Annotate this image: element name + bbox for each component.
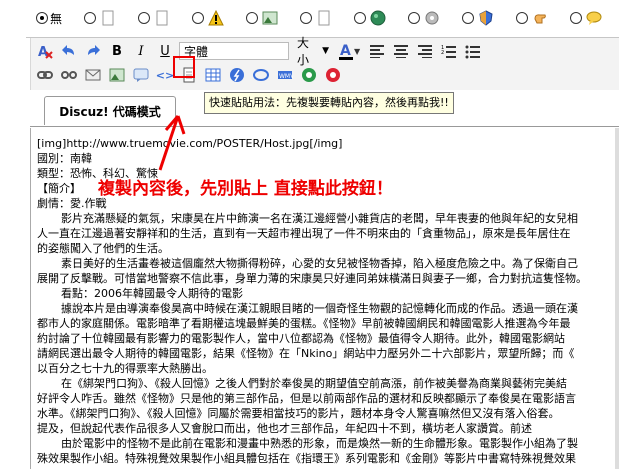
image-icon xyxy=(262,10,278,26)
unlink-icon[interactable] xyxy=(59,65,79,85)
post-icon-radio-3[interactable] xyxy=(192,12,205,24)
redo-icon[interactable] xyxy=(83,41,103,61)
paste-button-highlight xyxy=(173,56,195,78)
rm-icon[interactable] xyxy=(299,65,319,85)
gear-icon xyxy=(424,10,440,26)
media-icon[interactable] xyxy=(251,65,271,85)
align-left-icon[interactable] xyxy=(367,41,387,61)
post-icon-radio-7[interactable] xyxy=(408,12,421,24)
bold-button[interactable]: B xyxy=(107,41,127,61)
annotation-text: 複製內容後，先別貼上 直接點此按鈕！ xyxy=(98,179,393,199)
editor-line: [img]http://www.truemovie.com/POSTER/Hos… xyxy=(37,137,343,150)
editor-line: 看點：2006年韓國最令人期待的電影 xyxy=(61,287,243,300)
post-icon-radio-4[interactable] xyxy=(246,12,259,24)
editor-line: 國別：南韓 xyxy=(37,152,92,165)
font-select[interactable]: 字體 xyxy=(179,42,289,60)
post-icon-radio-6[interactable] xyxy=(354,12,367,24)
ra-icon[interactable] xyxy=(323,65,343,85)
code-icon[interactable]: <> xyxy=(155,65,175,85)
svg-text:2: 2 xyxy=(441,50,444,56)
document-icon xyxy=(100,10,116,26)
editor-line: 殊效果製作小組。特殊視覺效果製作小組具體包括在《指環王》系列電影和《金剛》等影片… xyxy=(37,452,576,465)
editor-line: 以百分之七十九的得票率大熱勝出。 xyxy=(37,362,213,375)
editor-line: 水準。《綁架門口狗》、《殺人回憶》同屬於需要相當技巧的影片，題材本身令人驚喜嘛然… xyxy=(37,407,560,420)
post-icon-none-label: 無 xyxy=(50,11,63,26)
editor-line: 約討論了十位韓國最有影響力的電影製作人，當中八位都認為《怪物》最值得令人期待。此… xyxy=(37,332,565,345)
editor-line: 都市人的家庭關係。電影暗準了看期權這塊最鮮美的蛋糕。《怪物》早前被韓國網民和韓國… xyxy=(37,317,571,330)
post-icon-row: 無 xyxy=(0,0,619,36)
speech-bubble-icon xyxy=(586,10,602,26)
text-color-button[interactable]: A ▼ xyxy=(337,41,363,61)
editor-line: 好評令人咋舌。雖然《怪物》只是他的第三部作品，但是以前兩部作品的選材和反映都顯示… xyxy=(37,392,576,405)
editor-line: 提及，但說起代表作品很多人又會脫口而出，他也才三部作品，年紀四十不到，橫坊老人家… xyxy=(37,422,532,435)
align-center-icon[interactable] xyxy=(391,41,411,61)
shield-icon xyxy=(478,10,494,26)
annotation-arrow xyxy=(158,115,186,171)
tab-divider xyxy=(30,126,619,127)
editor-toolbar: A B I U 字體 大小 ▼ A ▼ 12 <> WMV xyxy=(30,36,619,90)
table-icon[interactable] xyxy=(203,65,223,85)
size-select-label: 大小 xyxy=(297,36,310,67)
editor-line: 在《綁架門口狗》、《殺人回憶》之後人們對於奉俊昊的期望值空前高漲，前作被美譽為商… xyxy=(61,377,567,390)
editor-line: 人一直在江邊過著安靜祥和的生活，直到有一天超市裡出現了一件不明來由的「貪重物品」… xyxy=(37,227,571,240)
paste-tooltip: 快速貼貼用法：先複製要轉貼內容，然後再點我!! xyxy=(204,92,454,114)
post-icon-radio-2[interactable] xyxy=(138,12,151,24)
underline-button[interactable]: U xyxy=(155,41,175,61)
bullet-list-icon[interactable] xyxy=(463,41,483,61)
globe-icon xyxy=(370,10,386,26)
email-icon[interactable] xyxy=(83,65,103,85)
hand-icon xyxy=(532,10,548,26)
editor-line: 據說本片是由導演奉俊昊高中時候在漢江親眼目睹的一個奇怪生物觀的記憶轉化而成的作品… xyxy=(61,302,578,315)
flash-icon[interactable] xyxy=(227,65,247,85)
post-icon-radio-9[interactable] xyxy=(516,12,529,24)
editor-line: 的姿態闖入了他們的生活。 xyxy=(37,242,169,255)
image-icon[interactable] xyxy=(107,65,127,85)
post-icon-radio-none[interactable] xyxy=(36,12,48,24)
numbered-list-icon[interactable]: 12 xyxy=(439,41,459,61)
quote-icon[interactable] xyxy=(131,65,151,85)
document-icon xyxy=(316,10,332,26)
svg-text:A: A xyxy=(340,43,351,59)
editor-line: 由於電影中的怪物不是此前在電影和漫畫中熟悉的形象，而是煥然一新的生命體形象。電影… xyxy=(61,437,578,450)
clear-format-button[interactable]: A xyxy=(35,41,55,61)
svg-text:▼: ▼ xyxy=(354,47,361,56)
chevron-down-icon: ▼ xyxy=(322,46,329,56)
editor-line: 展開了反擊戰。可惜當地警察不信此事，身單力薄的宋康昊只好連同弟妹橫滿日與妻子一鄉… xyxy=(37,272,587,285)
post-icon-radio-1[interactable] xyxy=(84,12,97,24)
document-icon xyxy=(154,10,170,26)
post-icon-radio-8[interactable] xyxy=(462,12,475,24)
align-right-icon[interactable] xyxy=(415,41,435,61)
warning-icon xyxy=(208,9,224,26)
editor-line: 影片充滿懸疑的氣氛，宋康昊在片中飾演一名在漢江邊經營小雜貨店的老闆，早年喪妻的他… xyxy=(61,212,578,225)
wmv-icon[interactable]: WMV xyxy=(275,65,295,85)
undo-icon[interactable] xyxy=(59,41,79,61)
post-icon-radio-5[interactable] xyxy=(300,12,313,24)
editor-line: 請網民選出最令人期待的韓國電影，結果《怪物》在「Nkino」網站中力壓另外二十六… xyxy=(37,347,575,360)
post-icon-radio-10[interactable] xyxy=(570,12,583,24)
size-select[interactable]: 大小 ▼ xyxy=(293,36,333,67)
svg-text:WMV: WMV xyxy=(279,73,293,80)
link-icon[interactable] xyxy=(35,65,55,85)
editor-line: 素日美好的生活畫卷被這個龐然大物撕得粉碎，心愛的女兒被怪物香掉，陷入極度危險之中… xyxy=(61,257,578,270)
scrollbar[interactable] xyxy=(615,128,619,469)
italic-button[interactable]: I xyxy=(131,41,151,61)
